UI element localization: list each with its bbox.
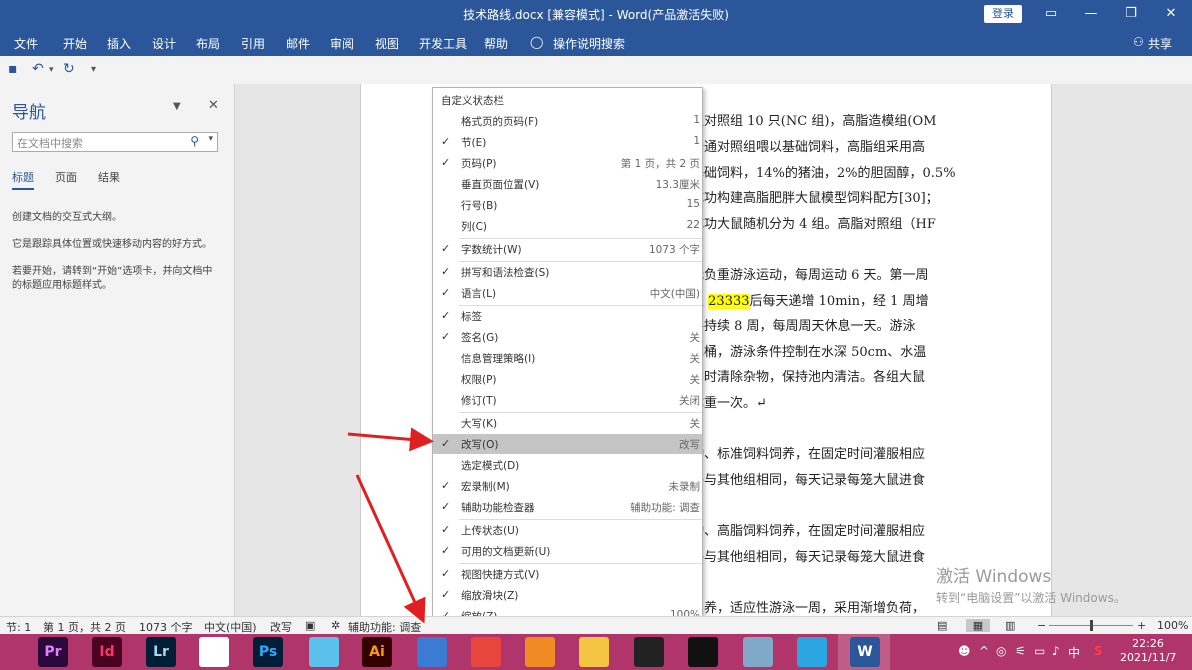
annotation-arrows — [347, 427, 434, 624]
annotation-arrow — [347, 427, 434, 452]
annotation-arrow — [355, 474, 426, 624]
